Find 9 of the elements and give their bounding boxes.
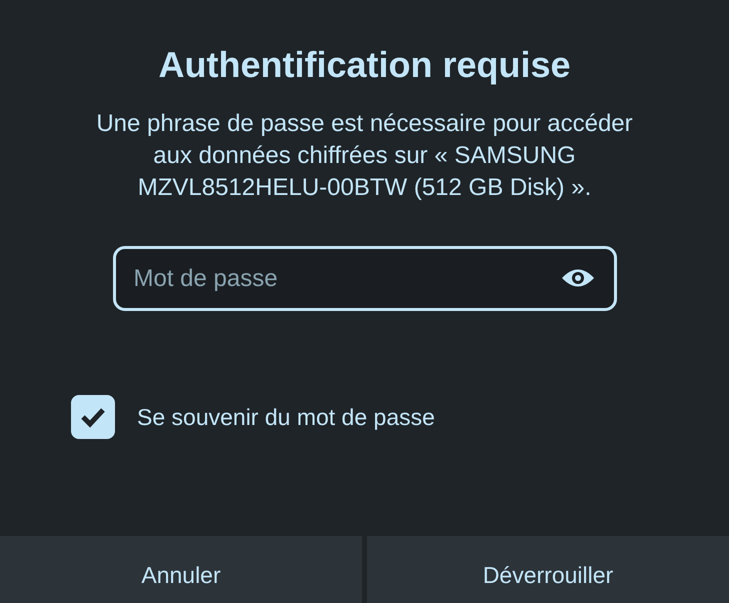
dialog-title: Authentification requise	[158, 44, 571, 86]
password-field[interactable]: Mot de passe	[112, 246, 616, 311]
remember-checkbox[interactable]	[71, 395, 115, 439]
dialog-message: Une phrase de passe est nécessaire pour accéder aux données chiffrées sur « SAMSUNG MZVL8512HELU-00BTW (512 GB Disk) ».	[95, 109, 634, 203]
checkmark-icon	[80, 406, 106, 428]
remember-label: Se souvenir du mot de passe	[137, 404, 435, 430]
unlock-button[interactable]: Déverrouiller	[367, 536, 729, 603]
show-password-icon[interactable]	[560, 267, 594, 289]
cancel-button[interactable]: Annuler	[0, 536, 362, 603]
